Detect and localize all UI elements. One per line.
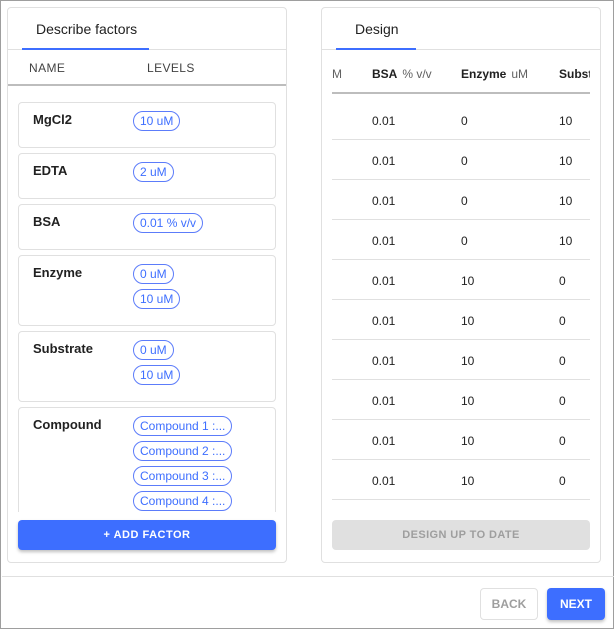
design-table-cell: 0.01	[372, 314, 396, 328]
factor-list[interactable]: MgCl2 10 uM EDTA 2 uM BSA 0.01 % v/v Enzyme 0 u…	[18, 102, 276, 512]
factors-tab-row: Describe factors	[8, 8, 286, 50]
factor-card[interactable]: MgCl2 10 uM	[18, 102, 276, 148]
design-panel: Design M BSA% v/v Enzyme uM Subst 0.01 0 10 0.0…	[321, 7, 601, 563]
next-button[interactable]: NEXT	[547, 588, 605, 620]
back-button[interactable]: BACK	[480, 588, 538, 620]
design-table-cell: 0.01	[372, 434, 396, 448]
design-table-cell: 0	[559, 314, 566, 328]
design-table-header: M BSA % v/v Enzyme uM Subst	[332, 50, 590, 94]
design-table-cell: 0.01	[372, 354, 396, 368]
design-table-cell: 0	[559, 274, 566, 288]
design-column-name: Subst	[559, 67, 590, 81]
design-table-cell: 0.01	[372, 474, 396, 488]
design-table-cell: 0.01	[372, 114, 396, 128]
design-table-cell: 10	[559, 154, 573, 168]
factor-name: Enzyme	[33, 265, 83, 280]
design-table-row[interactable]: 0.01 10 0	[332, 340, 590, 380]
tab-describe-factors[interactable]: Describe factors	[36, 21, 137, 37]
design-column-name: Enzyme	[461, 67, 507, 81]
level-chip[interactable]: Compound 3 :...	[133, 466, 233, 486]
design-table-cell: 10	[461, 434, 475, 448]
design-table-cell: 0	[559, 394, 566, 408]
factor-card[interactable]: Compound Compound 1 :... Compound 2 :... Co…	[18, 407, 276, 512]
design-table-cell: 0	[559, 434, 566, 448]
factor-name: Compound	[33, 417, 102, 432]
design-table-cell: 0.01	[372, 394, 396, 408]
design-table-cell: 10	[559, 194, 573, 208]
design-table-row[interactable]: 0.01 0 10	[332, 100, 590, 140]
design-table-cell: 0	[461, 114, 468, 128]
design-table-cell: 0.01	[372, 274, 396, 288]
factor-card[interactable]: Enzyme 0 uM 10 uM	[18, 255, 276, 326]
design-column-header: Enzyme uM	[461, 67, 528, 81]
design-table-cell: 10	[461, 474, 475, 488]
design-table-cell: 10	[461, 394, 475, 408]
column-header-name: NAME	[29, 61, 66, 75]
design-table-cell: 0.01	[372, 194, 396, 208]
level-chip[interactable]: 10 uM	[133, 365, 181, 385]
factors-panel: Describe factors NAME LEVELS MgCl2 10 uM E…	[7, 7, 287, 563]
level-chip[interactable]: Compound 2 :...	[133, 441, 233, 461]
design-table-row[interactable]: 0.01 0 10	[332, 140, 590, 180]
design-column-unit: M	[332, 67, 342, 81]
design-table-cell: 10	[559, 114, 573, 128]
design-table-row[interactable]: 0.01 0 10	[332, 180, 590, 220]
design-table-cell: 0	[559, 474, 566, 488]
design-table-row[interactable]: 0.01 10 0	[332, 460, 590, 500]
design-table-cell: 0	[461, 154, 468, 168]
dialog-frame: Describe factors NAME LEVELS MgCl2 10 uM E…	[0, 0, 614, 629]
column-header-levels: LEVELS	[147, 61, 195, 75]
factor-card[interactable]: EDTA 2 uM	[18, 153, 276, 199]
design-column-name: BSA	[372, 67, 398, 81]
level-chip[interactable]: 2 uM	[133, 162, 174, 182]
design-table-cell: 10	[461, 274, 475, 288]
design-column-header: Subst	[559, 67, 590, 81]
design-table-cell: 0	[461, 194, 468, 208]
level-chip[interactable]: Compound 1 :...	[133, 416, 233, 436]
dialog-footer: BACK NEXT	[2, 576, 614, 629]
design-column-header: M	[332, 67, 342, 81]
design-table-body[interactable]: 0.01 0 10 0.01 0 10 0.01 0 10 0.01 0 10 0.01 10 0 0.01 1…	[332, 100, 590, 500]
design-table-cell: 0.01	[372, 154, 396, 168]
level-chip[interactable]: 0 uM	[133, 340, 174, 360]
level-chip[interactable]: 0.01 % v/v	[133, 213, 204, 233]
factor-name: EDTA	[33, 163, 68, 178]
factors-column-header: NAME LEVELS	[8, 50, 286, 86]
design-table-row[interactable]: 0.01 10 0	[332, 420, 590, 460]
level-chip[interactable]: Compound 4 :...	[133, 491, 233, 511]
factor-card[interactable]: BSA 0.01 % v/v	[18, 204, 276, 250]
factor-name: MgCl2	[33, 112, 72, 127]
design-table-row[interactable]: 0.01 10 0	[332, 260, 590, 300]
factor-name: Substrate	[33, 341, 93, 356]
level-chip[interactable]: 0 uM	[133, 264, 174, 284]
design-tab-row: Design	[322, 8, 600, 50]
design-table-cell: 0	[559, 354, 566, 368]
design-table-row[interactable]: 0.01 0 10	[332, 220, 590, 260]
add-factor-button[interactable]: + ADD FACTOR	[18, 520, 276, 550]
design-table-row[interactable]: 0.01 10 0	[332, 380, 590, 420]
design-table-cell: 0.01	[372, 234, 396, 248]
design-table-cell: 10	[559, 234, 573, 248]
level-chip[interactable]: 10 uM	[133, 111, 181, 131]
design-column-header: BSA % v/v	[372, 67, 432, 81]
design-column-unit: % v/v	[402, 67, 432, 81]
design-table-cell: 10	[461, 354, 475, 368]
factor-card[interactable]: Substrate 0 uM 10 uM	[18, 331, 276, 402]
design-table-row[interactable]: 0.01 10 0	[332, 300, 590, 340]
factor-name: BSA	[33, 214, 61, 229]
design-column-unit: uM	[511, 67, 529, 81]
tab-design[interactable]: Design	[355, 21, 399, 37]
design-table-cell: 10	[461, 314, 475, 328]
design-up-to-date-button: DESIGN UP TO DATE	[332, 520, 590, 550]
level-chip[interactable]: 10 uM	[133, 289, 181, 309]
design-table-cell: 0	[461, 234, 468, 248]
